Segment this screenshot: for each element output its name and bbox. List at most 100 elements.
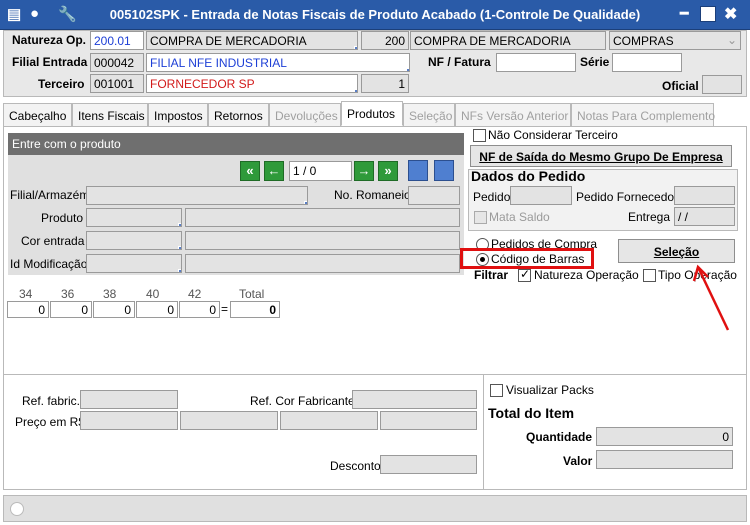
status-indicator-icon: [10, 502, 24, 516]
produto-panel-title: Entre com o produto: [8, 133, 464, 155]
tab-cabecalho[interactable]: Cabeçalho: [3, 103, 72, 127]
lookup-corner-icon[interactable]: [178, 269, 181, 272]
ref-cor-label: Ref. Cor Fabricante: [250, 394, 355, 408]
filtrar-label: Filtrar: [474, 268, 509, 282]
tab-devolucoes[interactable]: Devoluções: [269, 103, 341, 127]
ref-cor-field[interactable]: [352, 390, 477, 409]
oficial-label: Oficial: [662, 79, 699, 93]
cor-entrada-desc-field: [185, 231, 460, 250]
lookup-corner-icon[interactable]: [304, 201, 307, 204]
filial-desc-text: FILIAL NFE INDUSTRIAL: [150, 56, 287, 70]
tab-itens-fiscais[interactable]: Itens Fiscais: [72, 103, 148, 127]
chevron-down-icon[interactable]: ⌄: [727, 33, 737, 47]
nf-fatura-input[interactable]: [496, 53, 576, 72]
checkmark-icon: ✓: [520, 267, 531, 281]
lookup-corner-icon[interactable]: [354, 89, 357, 92]
serie-input[interactable]: [612, 53, 682, 72]
tab-notas-complemento[interactable]: Notas Para Complemento: [571, 103, 715, 127]
nf-fatura-label: NF / Fatura: [428, 55, 491, 69]
pedido-field[interactable]: [510, 186, 572, 205]
visualizar-packs-checkbox[interactable]: [490, 384, 503, 397]
grid-edit-icon[interactable]: [434, 160, 454, 181]
size-value-42[interactable]: 0: [179, 301, 220, 318]
natureza-label: Natureza Op.: [12, 33, 87, 47]
preco-field-1[interactable]: [80, 411, 178, 430]
annotation-arrow: [692, 264, 730, 331]
produto-label: Produto: [41, 211, 84, 225]
preco-field-4[interactable]: [380, 411, 477, 430]
filial-label: Filial Entrada: [12, 55, 88, 69]
size-value-40[interactable]: 0: [136, 301, 178, 318]
natureza-type-select[interactable]: COMPRAS ⌄: [609, 31, 741, 50]
tab-nfs-versao-anterior[interactable]: NFs Versão Anterior: [455, 103, 571, 127]
size-header-34: 34: [19, 287, 33, 301]
tipo-operacao-checkbox[interactable]: [643, 269, 656, 282]
size-value-34[interactable]: 0: [7, 301, 49, 318]
size-value-38[interactable]: 0: [93, 301, 135, 318]
prev-record-icon[interactable]: ←: [264, 161, 284, 181]
nao-considerar-checkbox[interactable]: [473, 129, 486, 142]
lookup-corner-icon[interactable]: [178, 246, 181, 249]
desconto-field[interactable]: [380, 455, 477, 474]
pedido-label: Pedido: [473, 190, 511, 204]
tab-retornos[interactable]: Retornos: [208, 103, 269, 127]
nao-considerar-label: Não Considerar Terceiro: [488, 128, 618, 142]
visualizar-packs-label: Visualizar Packs: [506, 383, 594, 397]
natureza-desc-field: COMPRA DE MERCADORIA: [146, 31, 358, 50]
lookup-corner-icon[interactable]: [406, 68, 409, 71]
oficial-field[interactable]: [702, 75, 742, 94]
close-icon[interactable]: ✖: [724, 4, 737, 24]
tab-selecao[interactable]: Seleção: [403, 103, 455, 127]
size-header-total: Total: [239, 287, 265, 301]
terceiro-code-field[interactable]: 001001: [90, 74, 144, 93]
tab-produtos[interactable]: Produtos: [341, 101, 403, 126]
produto-desc-field: [185, 208, 460, 227]
mata-saldo-checkbox[interactable]: [474, 211, 487, 224]
id-modificacao-code-field[interactable]: [86, 254, 182, 273]
natureza-operacao-label: Natureza Operação: [534, 268, 639, 282]
romaneio-field[interactable]: [408, 186, 460, 205]
pedido-fornecedor-label: Pedido Fornecedor: [576, 190, 679, 204]
size-value-36[interactable]: 0: [50, 301, 92, 318]
cor-entrada-code-field[interactable]: [86, 231, 182, 250]
quantidade-field: 0: [596, 427, 733, 446]
lookup-corner-icon[interactable]: [178, 223, 181, 226]
divider: [3, 374, 747, 375]
grid-view-icon[interactable]: [408, 160, 428, 181]
first-record-icon[interactable]: «: [240, 161, 260, 181]
minimize-icon[interactable]: ━: [680, 5, 688, 22]
filial-armazem-field[interactable]: [86, 186, 308, 205]
id-modificacao-desc-field: [185, 254, 460, 273]
size-header-40: 40: [146, 287, 160, 301]
dados-pedido-title: Dados do Pedido: [471, 168, 586, 184]
romaneio-label: No. Romaneio: [334, 188, 411, 202]
nf-saida-button[interactable]: NF de Saída do Mesmo Grupo De Empresa: [470, 145, 732, 167]
divider: [3, 284, 747, 285]
ref-fabric-field[interactable]: [80, 390, 178, 409]
tab-impostos[interactable]: Impostos: [148, 103, 208, 127]
window-title: 005102SPK - Entrada de Notas Fiscais de …: [109, 7, 641, 22]
total-item-title: Total do Item: [488, 405, 575, 421]
size-header-36: 36: [61, 287, 75, 301]
preco-field-2[interactable]: [180, 411, 278, 430]
id-modificacao-label: Id Modificação: [10, 257, 88, 271]
terceiro-desc-field: FORNECEDOR SP: [146, 74, 358, 93]
lookup-corner-icon[interactable]: [354, 46, 357, 49]
natureza-code-field[interactable]: 200.01: [90, 31, 144, 50]
maximize-icon[interactable]: [700, 6, 716, 22]
filial-code-field[interactable]: 000042: [90, 53, 144, 72]
terceiro-num-field: 1: [361, 74, 409, 93]
filial-desc-field: FILIAL NFE INDUSTRIAL: [146, 53, 410, 72]
next-record-icon[interactable]: →: [354, 161, 374, 181]
produto-code-field[interactable]: [86, 208, 182, 227]
last-record-icon[interactable]: »: [378, 161, 398, 181]
natureza-desc2-field: COMPRA DE MERCADORIA: [410, 31, 606, 50]
pedido-fornecedor-field[interactable]: [674, 186, 735, 205]
natureza-operacao-checkbox[interactable]: ✓: [518, 267, 531, 282]
quantidade-label: Quantidade: [526, 430, 593, 444]
preco-field-3[interactable]: [280, 411, 378, 430]
title-bar: ▤ ● 🔧 005102SPK - Entrada de Notas Fisca…: [0, 0, 750, 30]
equals-sign: =: [221, 302, 229, 316]
entrega-field[interactable]: / /: [674, 207, 735, 226]
divider: [483, 375, 484, 490]
